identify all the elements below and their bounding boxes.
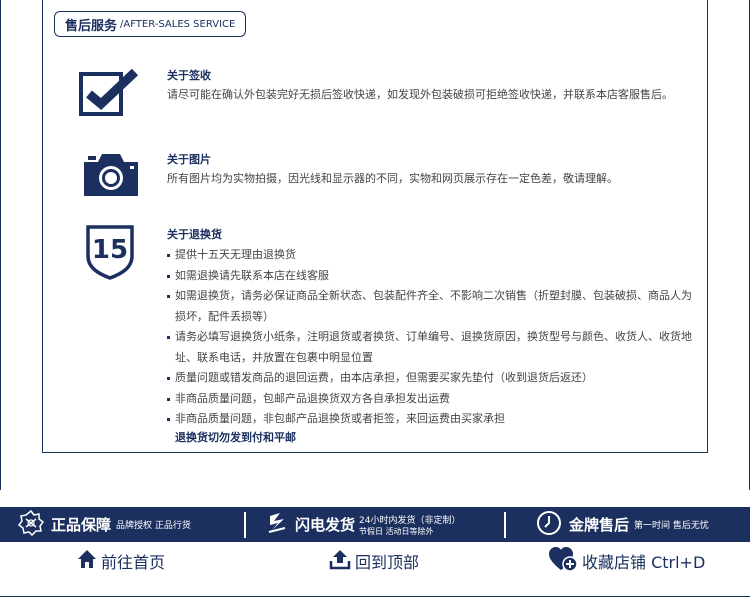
- go-home-link[interactable]: 前往首页: [77, 542, 165, 580]
- returns-list: 提供十五天无理由退换货 如需退换请先联系本店在线客服 如需退换货，请务必保证商品…: [167, 245, 697, 430]
- checkbox-icon: [79, 68, 141, 124]
- tab-title-cn: 售后服务: [65, 18, 118, 34]
- genuine-guarantee: 正品保障 品牌授权 正品行货: [0, 507, 244, 542]
- receipt-text: 请尽可能在确认外包装完好无损后签收快递，如发现外包装破损可拒绝签收快递，并联系本…: [167, 88, 673, 101]
- list-item: 质量问题或错发商品的退回运费，由本店承担，但需要买家先垫付（收到退货后返还）: [167, 368, 697, 389]
- back-to-top-link[interactable]: 回到顶部: [329, 542, 419, 580]
- receipt-title: 关于签收: [167, 69, 211, 82]
- aftersales-main: 金牌售后: [569, 516, 630, 534]
- fast-shipping: 闪电发货 24小时内发货（非定制） 节假日 活动日等除外: [246, 507, 504, 542]
- shipping-main: 闪电发货: [295, 516, 356, 534]
- heart-plus-icon: [548, 546, 578, 576]
- list-item: 非商品质量问题，包邮产品退换货双方各自承担发出运费: [167, 389, 697, 410]
- favorite-store-link[interactable]: 收藏店铺 Ctrl+D: [548, 542, 705, 580]
- list-item: 非商品质量问题，非包邮产品退换货或者拒签，来回运费由买家承担: [167, 409, 697, 430]
- list-item: 如需退换请先联系本店在线客服: [167, 266, 697, 287]
- returns-title: 关于退换货: [167, 228, 222, 241]
- gold-aftersales: 金牌售后 第一时间 售后无忧: [506, 507, 750, 542]
- bottom-nav: 前往首页 回到顶部 收藏店铺 Ctrl+D: [0, 542, 750, 580]
- favorite-store-label: 收藏店铺 Ctrl+D: [582, 553, 706, 572]
- back-to-top-label: 回到顶部: [355, 553, 420, 572]
- after-sales-panel: 售后服务 /AFTER-SALES SERVICE 关于签收 请尽可能在确认外包…: [42, 0, 708, 453]
- fifteen-days-shield-icon: 15: [85, 224, 135, 284]
- left-border: [0, 0, 1, 490]
- shield-number: 15: [92, 235, 128, 265]
- service-band: 正品保障 品牌授权 正品行货 闪电发货 24小时内发货（非定制） 节假日 活动日…: [0, 507, 750, 542]
- genuine-main: 正品保障: [51, 516, 112, 534]
- genuine-sub: 品牌授权 正品行货: [116, 521, 191, 531]
- list-item: 请务必填写退换货小纸条，注明退货或者换货、订单编号、退换货原因，换货型号与颜色、…: [167, 327, 697, 368]
- aftersales-sub: 第一时间 售后无忧: [634, 521, 709, 531]
- clock-icon: [536, 510, 562, 540]
- section-tab: 售后服务 /AFTER-SALES SERVICE: [54, 11, 247, 37]
- home-icon: [77, 549, 97, 573]
- go-home-label: 前往首页: [101, 553, 166, 572]
- upload-icon: [329, 548, 351, 574]
- badge-icon: [17, 509, 45, 540]
- tab-title-en: /AFTER-SALES SERVICE: [120, 18, 236, 30]
- lightning-icon: [268, 510, 288, 540]
- list-item: 如需退换货，请务必保证商品全新状态、包装配件齐全、不影响二次销售（折塑封膜、包装…: [167, 286, 697, 327]
- shipping-sub1: 24小时内发货（非定制）: [359, 515, 461, 526]
- photos-title: 关于图片: [167, 153, 211, 166]
- list-item: 提供十五天无理由退换货: [167, 245, 697, 266]
- returns-note: 退换货切勿发到付和平邮: [175, 431, 296, 444]
- shipping-sub2: 节假日 活动日等除外: [359, 526, 434, 536]
- footer-divider: [0, 596, 750, 597]
- photos-text: 所有图片均为实物拍摄，因光线和显示器的不同，实物和网页展示存在一定色差，敬请理解…: [167, 172, 618, 185]
- camera-icon: [80, 150, 142, 204]
